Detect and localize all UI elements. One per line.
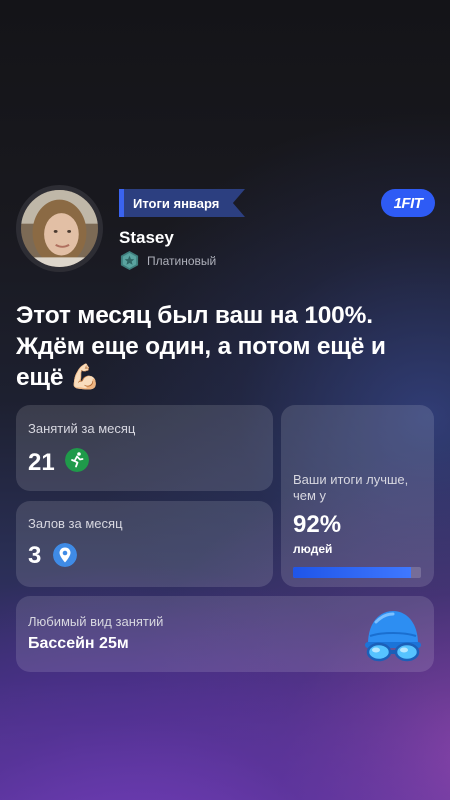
month-tag-accent [119,189,124,217]
gyms-card[interactable]: Залов за месяц 3 [16,501,273,587]
map-pin-icon [53,543,77,567]
username: Stasey [119,228,174,247]
sessions-card[interactable]: Занятий за месяц 21 [16,405,273,491]
favorite-value: Бассейн 25м [28,635,129,652]
favorite-activity-card[interactable]: Любимый вид занятий Бассейн 25м [16,596,434,672]
headline: Этот месяц был ваш на 100%. Ждём еще оди… [16,302,386,391]
comparison-card[interactable]: Ваши итоги лучше, чем у 92% людей [281,405,434,587]
comparison-text: Ваши итоги лучше, чем у [293,472,409,503]
sessions-value: 21 [28,449,55,476]
month-summary-tag: Итоги января [119,189,245,217]
gyms-value: 3 [28,542,42,569]
gyms-label: Залов за месяц [28,516,123,531]
comparison-percent: 92% [293,511,342,538]
avatar [16,185,103,272]
comparison-progress-bar [293,567,421,578]
membership-tier: Платиновый [119,250,216,271]
tier-star-icon [120,250,139,271]
favorite-label: Любимый вид занятий [28,614,164,629]
comparison-suffix: людей [293,542,333,556]
comparison-progress-fill [293,567,411,578]
brand-logo: 1FIT [381,189,435,217]
sessions-label: Занятий за месяц [28,421,136,436]
avatar-photo [21,190,98,267]
swim-cap-goggles-icon [365,611,421,662]
tier-label: Платиновый [147,253,217,268]
month-tag-label: Итоги января [124,189,245,217]
running-person-icon [65,448,89,472]
